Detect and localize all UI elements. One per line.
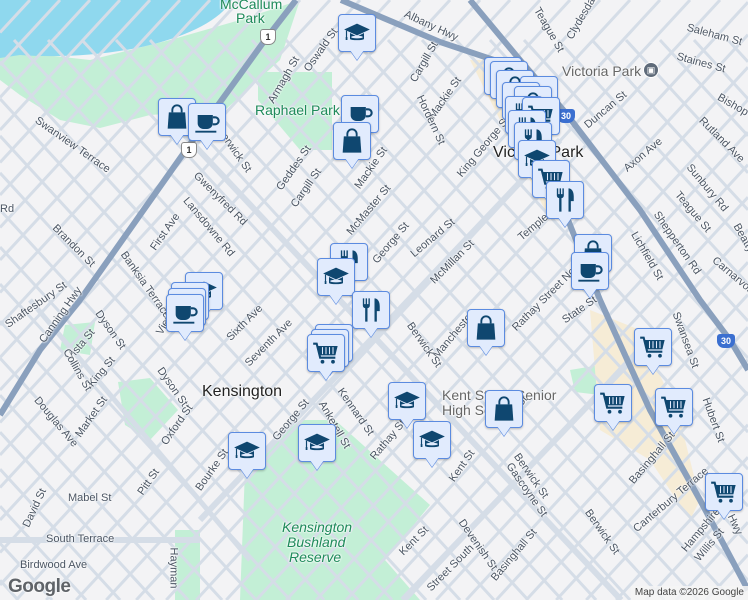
coffee-icon bbox=[193, 108, 221, 136]
map-marker-fork-knife[interactable] bbox=[546, 181, 584, 219]
cart-icon bbox=[639, 333, 667, 361]
map-marker-fork-knife[interactable] bbox=[352, 291, 390, 329]
route-shield-1: 1 bbox=[260, 29, 276, 45]
map-marker-school[interactable] bbox=[317, 258, 355, 296]
map-marker-cart[interactable] bbox=[307, 334, 345, 372]
bag-icon bbox=[338, 127, 366, 155]
map-stage: McCallumParkRaphael ParkKensingtonVictor… bbox=[0, 0, 748, 600]
map-marker-cart[interactable] bbox=[594, 384, 632, 422]
map-marker-school[interactable] bbox=[228, 432, 266, 470]
cart-icon bbox=[599, 389, 627, 417]
map-marker-school[interactable] bbox=[338, 14, 376, 52]
school-icon bbox=[343, 19, 371, 47]
school-icon bbox=[233, 437, 261, 465]
route-shield-30: 30 bbox=[717, 334, 735, 348]
map-marker-coffee[interactable] bbox=[166, 294, 204, 332]
map-marker-school[interactable] bbox=[413, 421, 451, 459]
train-station-icon[interactable]: ▣ bbox=[643, 62, 659, 78]
route-shield-1: 1 bbox=[181, 142, 197, 158]
cart-icon bbox=[710, 478, 738, 506]
map-marker-bag[interactable] bbox=[333, 122, 371, 160]
bag-icon bbox=[163, 103, 191, 131]
school-icon bbox=[393, 387, 421, 415]
map-marker-school[interactable] bbox=[388, 382, 426, 420]
coffee-icon bbox=[576, 257, 604, 285]
fork-knife-icon bbox=[357, 296, 385, 324]
school-icon bbox=[322, 263, 350, 291]
map-marker-cart[interactable] bbox=[705, 473, 743, 511]
coffee-icon bbox=[171, 299, 199, 327]
map-marker-coffee[interactable] bbox=[188, 103, 226, 141]
bag-icon bbox=[472, 314, 500, 342]
map-marker-coffee[interactable] bbox=[571, 252, 609, 290]
map-attribution[interactable]: Map data ©2026 Google bbox=[630, 586, 748, 600]
google-logo: Google bbox=[8, 576, 71, 597]
fork-knife-icon bbox=[551, 186, 579, 214]
map-marker-cart[interactable] bbox=[634, 328, 672, 366]
cart-icon bbox=[660, 393, 688, 421]
school-icon bbox=[303, 429, 331, 457]
map-marker-school[interactable] bbox=[298, 424, 336, 462]
cart-icon bbox=[312, 339, 340, 367]
map-marker-bag[interactable] bbox=[485, 390, 523, 428]
school-icon bbox=[418, 426, 446, 454]
map-marker-bag[interactable] bbox=[467, 309, 505, 347]
bag-icon bbox=[490, 395, 518, 423]
map-marker-cart[interactable] bbox=[655, 388, 693, 426]
